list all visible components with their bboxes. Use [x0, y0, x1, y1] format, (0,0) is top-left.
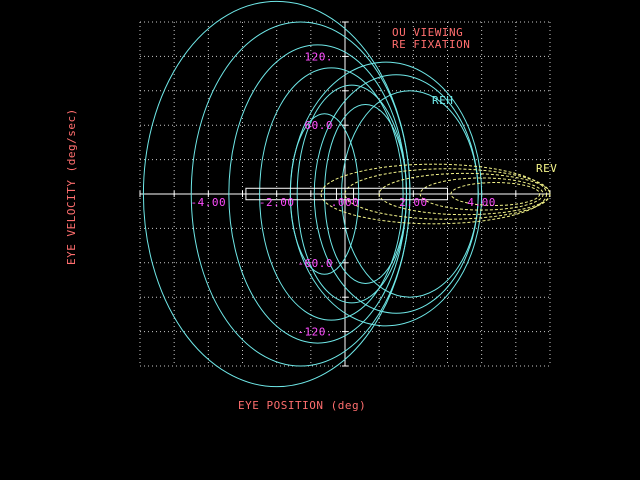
- y-tick-label: -120.: [297, 326, 333, 339]
- y-axis-label: EYE VELOCITY (deg/sec): [65, 108, 78, 265]
- x-tick-label: .000: [331, 196, 360, 209]
- y-tick-label: 120.: [305, 50, 334, 63]
- y-tick-label: -60.0: [297, 257, 333, 270]
- x-tick-label: 4.00: [467, 196, 496, 209]
- x-axis-label: EYE POSITION (deg): [238, 399, 366, 412]
- phase-plane-chart: -4.00 -2.00 .000 2.00 4.00 120. 60.0 -60.0 -120.…: [65, 0, 557, 412]
- chart-title-line-2: RE FIXATION: [392, 38, 470, 51]
- y-tick-label: 60.0: [305, 119, 334, 132]
- x-tick-label: -4.00: [191, 196, 227, 209]
- x-tick-label: -2.00: [259, 196, 295, 209]
- series-label-rev: REV: [536, 162, 557, 175]
- axes: [139, 21, 551, 367]
- series-label-reh: REH: [432, 94, 453, 107]
- x-tick-label: 2.00: [399, 196, 428, 209]
